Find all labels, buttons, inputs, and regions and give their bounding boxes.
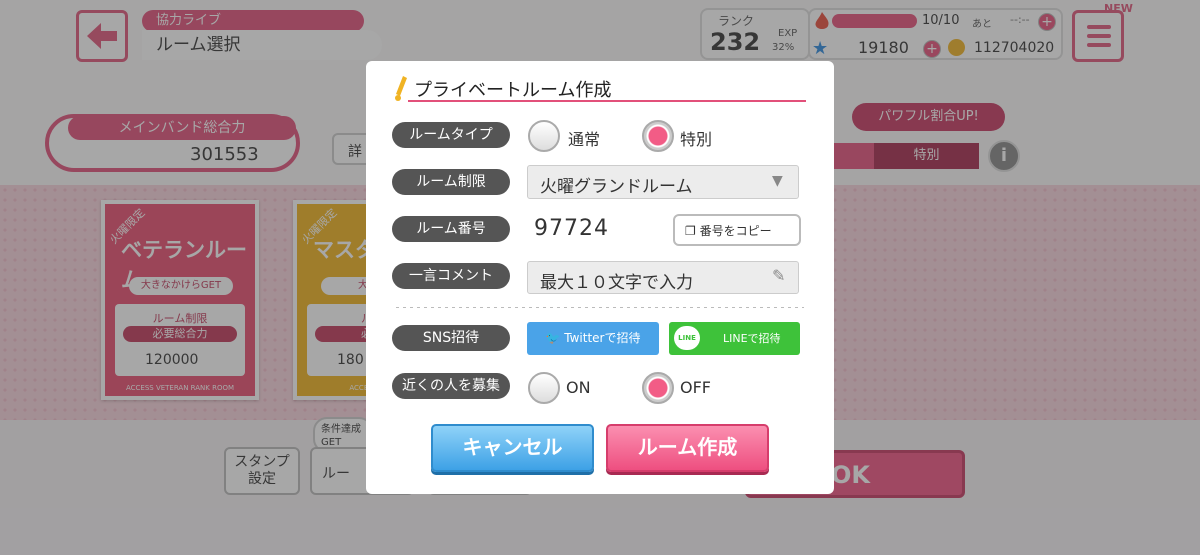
comment-label: 一言コメント: [392, 263, 510, 289]
room-type-special-radio[interactable]: [642, 120, 674, 152]
nearby-recruit-label: 近くの人を募集: [392, 373, 510, 399]
nearby-on-radio[interactable]: [528, 372, 560, 404]
copy-label: 番号をコピー: [699, 224, 772, 238]
restriction-select[interactable]: 火曜グランドルーム: [527, 165, 799, 199]
line-icon: LINE: [674, 326, 700, 350]
copy-icon: ❐: [685, 224, 700, 238]
sns-invite-label: SNS招待: [392, 325, 510, 351]
dotted-divider: [394, 306, 804, 309]
comment-input[interactable]: 最大１０文字で入力: [527, 261, 799, 294]
title-underline: [408, 100, 806, 102]
room-type-normal-label: 通常: [568, 130, 601, 149]
room-number: 97724: [534, 216, 609, 241]
room-type-normal-radio[interactable]: [528, 120, 560, 152]
nearby-off-label: OFF: [680, 378, 711, 397]
twitter-label: Twitterで招待: [564, 331, 641, 345]
cancel-button[interactable]: キャンセル: [431, 424, 594, 472]
nearby-off-radio[interactable]: [642, 372, 674, 404]
nearby-on-label: ON: [566, 378, 591, 397]
room-number-label: ルーム番号: [392, 216, 510, 242]
room-type-label: ルームタイプ: [392, 122, 510, 148]
pencil-icon: ✎: [772, 266, 786, 285]
chevron-down-icon: ▼: [772, 173, 783, 189]
twitter-bird-icon: 🐦: [545, 331, 565, 345]
pen-icon: [395, 76, 407, 101]
twitter-invite-button[interactable]: 🐦 Twitterで招待: [527, 322, 659, 355]
room-type-special-label: 特別: [680, 130, 713, 149]
create-room-button[interactable]: ルーム作成: [606, 424, 769, 472]
dialog-title: プライベートルーム作成: [414, 80, 612, 101]
restriction-label: ルーム制限: [392, 169, 510, 195]
copy-number-button[interactable]: ❐ 番号をコピー: [673, 214, 801, 246]
